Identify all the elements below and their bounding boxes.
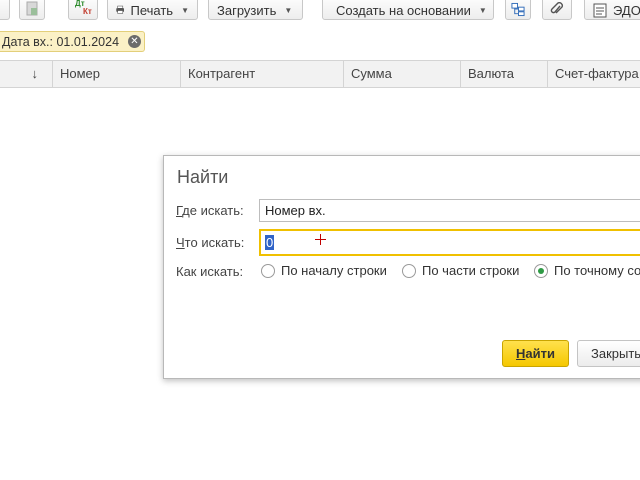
column-header-counterparty[interactable]: Контрагент	[180, 61, 343, 87]
close-icon[interactable]: ✕	[128, 35, 141, 48]
printer-icon	[116, 5, 125, 14]
load-button[interactable]: Загрузить ▼	[208, 0, 303, 20]
table-header: ↓ Номер Контрагент Сумма Валюта Счет-фак…	[0, 60, 640, 88]
dt-kt-button[interactable]: Дт Кт	[68, 0, 98, 20]
edo-button[interactable]: ЭДО	[584, 0, 640, 20]
where-field[interactable]: Номер вх.	[259, 199, 640, 222]
crosshair-cursor-icon	[315, 234, 326, 245]
column-header-invoice[interactable]: Счет-фактура	[547, 61, 640, 87]
chevron-down-icon: ▼	[284, 5, 293, 15]
filter-chip-label: Дата вх.: 01.01.2024	[2, 34, 120, 49]
attach-button[interactable]	[542, 0, 572, 20]
create-based-button[interactable]: Создать на основании ▼	[322, 0, 494, 20]
column-header-currency[interactable]: Валюта	[460, 61, 547, 87]
structure-button[interactable]	[505, 0, 531, 20]
radio-option-part[interactable]: По части строки	[402, 263, 519, 278]
find-button[interactable]: Найти	[502, 340, 569, 367]
how-label: Как искать:	[176, 264, 244, 279]
radio-option-exact[interactable]: По точному со	[534, 263, 640, 278]
chevron-down-icon: ▼	[478, 5, 487, 15]
where-field-value: Номер вх.	[265, 203, 326, 218]
paperclip-icon	[550, 1, 563, 13]
dialog-title: Найти	[177, 167, 229, 187]
radio-circle-selected	[534, 263, 548, 278]
create-based-label: Создать на основании	[336, 2, 471, 18]
radio-option-part-label: По части строки	[422, 263, 520, 278]
edo-label: ЭДО	[613, 2, 640, 18]
document-icon	[26, 1, 38, 16]
filter-chip-date: Дата вх.: 01.01.2024 ✕	[0, 31, 145, 52]
where-label: Где искать:	[176, 203, 244, 218]
load-label: Загрузить	[217, 2, 277, 18]
radio-circle	[402, 263, 416, 278]
what-label: Что искать:	[176, 235, 245, 250]
column-header-sum[interactable]: Сумма	[343, 61, 460, 87]
find-dialog: Найти Где искать: Номер вх. Что искать: …	[163, 155, 640, 379]
dt-kt-icon: Дт Кт	[75, 0, 92, 16]
radio-option-exact-label: По точному со	[554, 263, 640, 278]
print-button[interactable]: Печать ▼	[107, 0, 198, 20]
sort-arrow-icon: ↓	[31, 66, 39, 81]
radio-circle	[261, 263, 275, 278]
column-header-number[interactable]: Номер	[52, 61, 180, 87]
edo-icon	[593, 3, 607, 17]
radio-option-start-label: По началу строки	[281, 263, 387, 278]
toolbar-document-icon-button[interactable]	[19, 0, 45, 20]
print-label: Печать	[130, 2, 174, 18]
what-field-value: 0	[265, 235, 275, 250]
close-button[interactable]: Закрыть	[577, 340, 640, 367]
toolbar-prev-button[interactable]	[0, 0, 10, 20]
chevron-down-icon: ▼	[181, 5, 189, 15]
sort-indicator-column[interactable]: ↓	[0, 61, 52, 87]
radio-option-start[interactable]: По началу строки	[261, 263, 387, 278]
structure-icon	[511, 2, 525, 16]
